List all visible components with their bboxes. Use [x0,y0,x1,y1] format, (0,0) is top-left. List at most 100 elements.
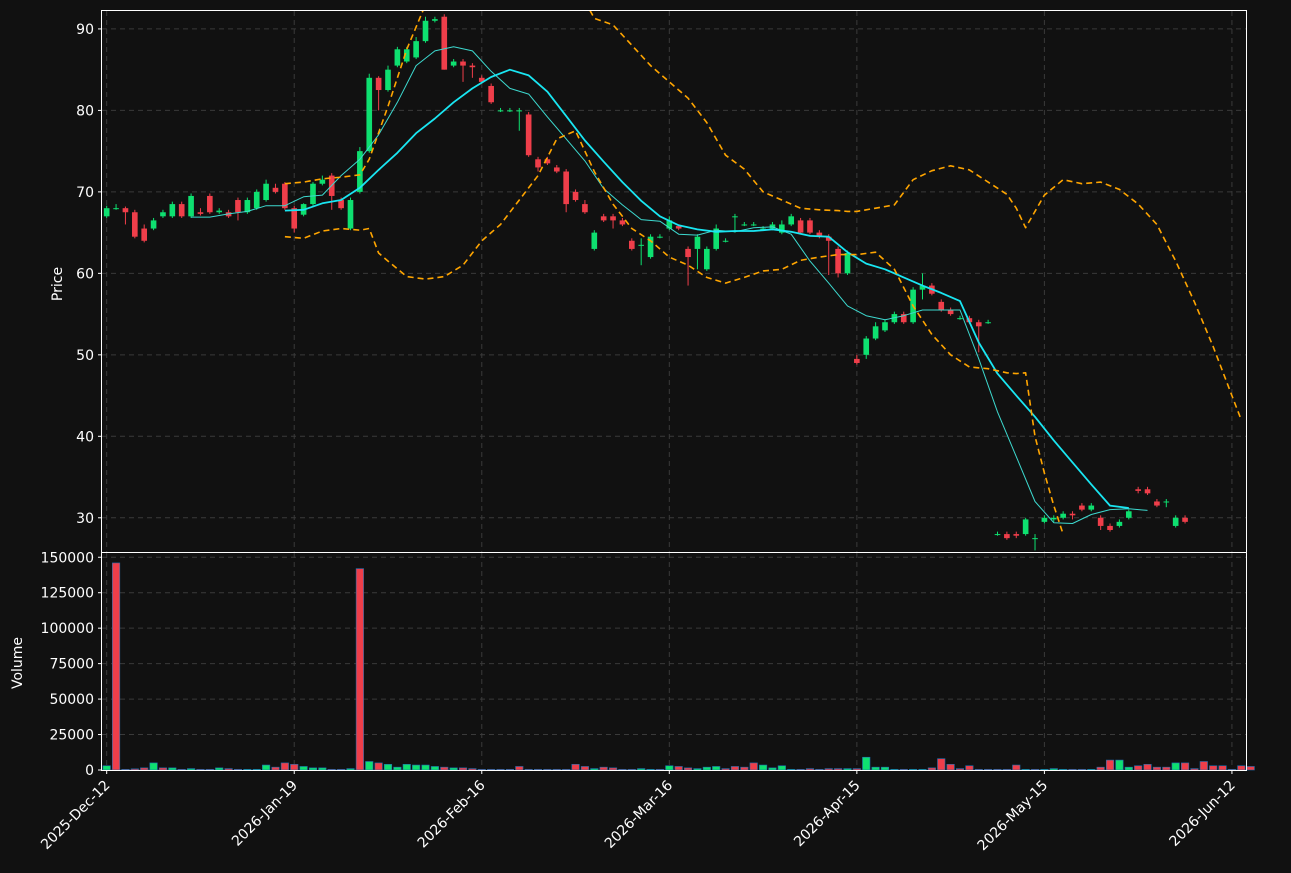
volume-bar [112,562,121,771]
candle-body [872,326,879,339]
volume-bar [224,768,233,771]
candle-body [1004,534,1010,539]
volume-bar [627,768,636,771]
candle [441,14,448,70]
candle [797,217,804,235]
candle [169,201,176,218]
volume-bar [580,766,589,771]
volume-bar [262,764,271,771]
candle-body [732,216,738,218]
candle-body [178,204,185,217]
volume-bar [871,766,880,771]
candle-body [957,318,963,320]
volume-bar [383,764,393,771]
candle-body [685,248,691,258]
candle-body [507,110,513,112]
candle-body [516,110,523,112]
volume-bar [196,768,205,771]
volume-bar [712,766,721,771]
volume-bar [796,768,805,771]
candle-body [694,236,701,249]
candle-body [591,232,598,249]
candle-body [741,224,748,226]
candle-body [750,224,757,226]
volume-bar [993,768,1002,771]
candle [188,193,194,218]
volume-bar [515,766,524,771]
volume-bar [730,766,740,771]
candle [835,246,841,278]
candle-body [160,212,166,217]
volume-bar [243,768,252,771]
candle-body [253,191,260,209]
candle-body [994,534,1001,536]
volume-bar [1049,768,1058,771]
volume-bar [1190,768,1199,771]
volume-bar [777,765,786,771]
candle-body [572,191,579,201]
volume-bar [130,768,139,771]
volume-bar [177,768,186,771]
candle-body [882,322,888,331]
volume-bar [637,768,646,771]
volume-bar [533,768,543,771]
volume-bar [149,762,158,771]
candle-body [535,159,541,168]
volume-bar [655,768,664,771]
volume-bar [102,765,111,771]
candle-body [1088,505,1095,510]
candle-body [310,183,316,205]
volume-bar [909,768,918,771]
volume-bar [1246,766,1255,771]
volume-bar [337,768,346,771]
volume-bar [430,766,439,771]
volume-bar [496,768,505,771]
candle-body [113,208,119,210]
candle [647,234,654,259]
candle-body [1107,525,1113,531]
candle-body [375,77,382,91]
candle-body [788,216,795,225]
candle-body [722,240,729,242]
candle-body [272,187,279,192]
volume-bar [374,762,383,771]
volume-bar [646,768,655,771]
volume-bar [918,768,927,771]
volume-bar [280,762,289,771]
candle-body [1050,517,1057,520]
volume-tick-label: 50000 [49,692,94,708]
volume-bar [421,764,430,771]
volume-bar [1227,768,1236,771]
volume-bar [393,766,402,771]
volume-bar [1124,766,1133,771]
volume-bar [590,768,599,771]
candle-body [188,195,194,217]
volume-bar [955,768,965,771]
candle-body [638,244,644,246]
candle-body [1135,489,1141,491]
candle-body [1182,517,1188,522]
volume-bar [355,568,364,771]
candle-body [103,208,110,217]
candle-body [1079,505,1085,510]
candle-body [197,212,204,214]
candle-body [207,195,213,213]
volume-bar [487,768,496,771]
candle-body [1069,513,1076,516]
candle-body [985,322,991,324]
volume-bar [158,767,168,771]
volume-bar [740,766,749,771]
volume-tick-label: 25000 [49,728,94,744]
price-tick-label: 60 [76,266,94,282]
volume-bar [834,768,843,771]
volume-bar [1134,765,1143,771]
candle [807,217,813,235]
candle-body [1013,534,1020,536]
volume-bar [552,768,561,771]
candle [488,83,494,104]
volume-bar [1021,768,1030,771]
volume-tick-label: 0 [85,763,94,779]
volume-bar [449,767,458,771]
candle-body [704,248,710,270]
candle-body [1041,517,1048,522]
